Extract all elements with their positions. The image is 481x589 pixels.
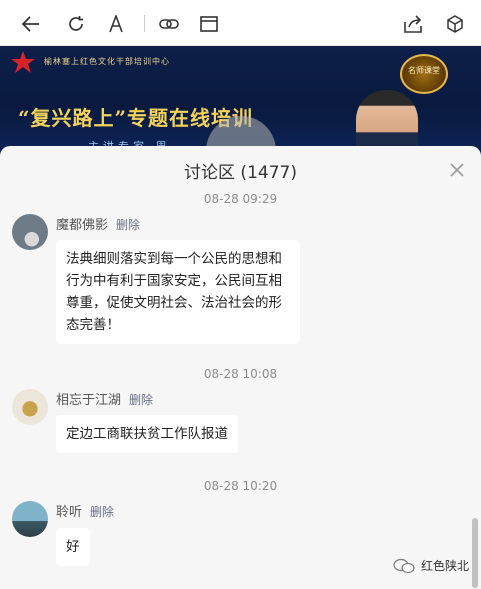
delete-link[interactable]: 删除 xyxy=(90,505,114,519)
username-text: 相忘于江湖 xyxy=(56,393,122,408)
message-username: 魔都佛影 删除 xyxy=(56,214,140,233)
close-icon[interactable] xyxy=(449,162,465,178)
video-banner[interactable]: 榆林塞上红色文化干部培训中心 名师课堂 “复兴路上”专题在线培训 主讲专家 周 xyxy=(0,46,481,156)
red-star-logo xyxy=(11,51,35,73)
watermark-text: 红色陕北 xyxy=(421,559,470,573)
watermark: 红色陕北 xyxy=(393,557,469,574)
message-bubble: 定边工商联扶贫工作队报道 xyxy=(56,415,238,453)
cube-icon[interactable] xyxy=(443,12,467,36)
link-icon[interactable] xyxy=(157,12,181,36)
delete-link[interactable]: 删除 xyxy=(129,393,153,407)
username-text: 魔都佛影 xyxy=(56,218,109,233)
message-username: 聆听 删除 xyxy=(56,501,114,520)
toolbar-divider xyxy=(144,15,145,32)
wechat-icon xyxy=(393,558,415,573)
avatar[interactable] xyxy=(12,501,48,537)
font-icon[interactable] xyxy=(104,12,128,36)
browser-toolbar xyxy=(0,0,481,46)
organization-name: 榆林塞上红色文化干部培训中心 xyxy=(44,57,170,66)
discussion-title: 讨论区 (1477) xyxy=(184,163,297,183)
delete-link[interactable]: 删除 xyxy=(116,218,140,232)
message-timestamp: 08-28 10:20 xyxy=(203,479,278,493)
window-icon[interactable] xyxy=(197,12,221,36)
share-icon[interactable] xyxy=(401,12,425,36)
avatar[interactable] xyxy=(12,389,48,425)
discussion-panel: 讨论区 (1477) 08-28 09:29 魔都佛影 删除 法典细则落实到每一个… xyxy=(0,146,481,589)
message-username: 相忘于江湖 删除 xyxy=(56,389,153,408)
refresh-icon[interactable] xyxy=(64,12,88,36)
message-bubble: 法典细则落实到每一个公民的思想和行为中有利于国家安定，公民间互相尊重，促使文明社… xyxy=(56,240,300,344)
discussion-header: 讨论区 (1477) xyxy=(0,146,481,192)
message-bubble: 好 xyxy=(56,528,90,566)
message-timestamp: 08-28 09:29 xyxy=(203,192,278,206)
famous-teacher-badge: 名师课堂 xyxy=(400,54,448,94)
avatar[interactable] xyxy=(12,214,48,250)
username-text: 聆听 xyxy=(56,505,83,520)
scrollbar[interactable] xyxy=(472,518,478,588)
back-icon[interactable] xyxy=(19,12,43,36)
message-timestamp: 08-28 10:08 xyxy=(203,367,278,381)
